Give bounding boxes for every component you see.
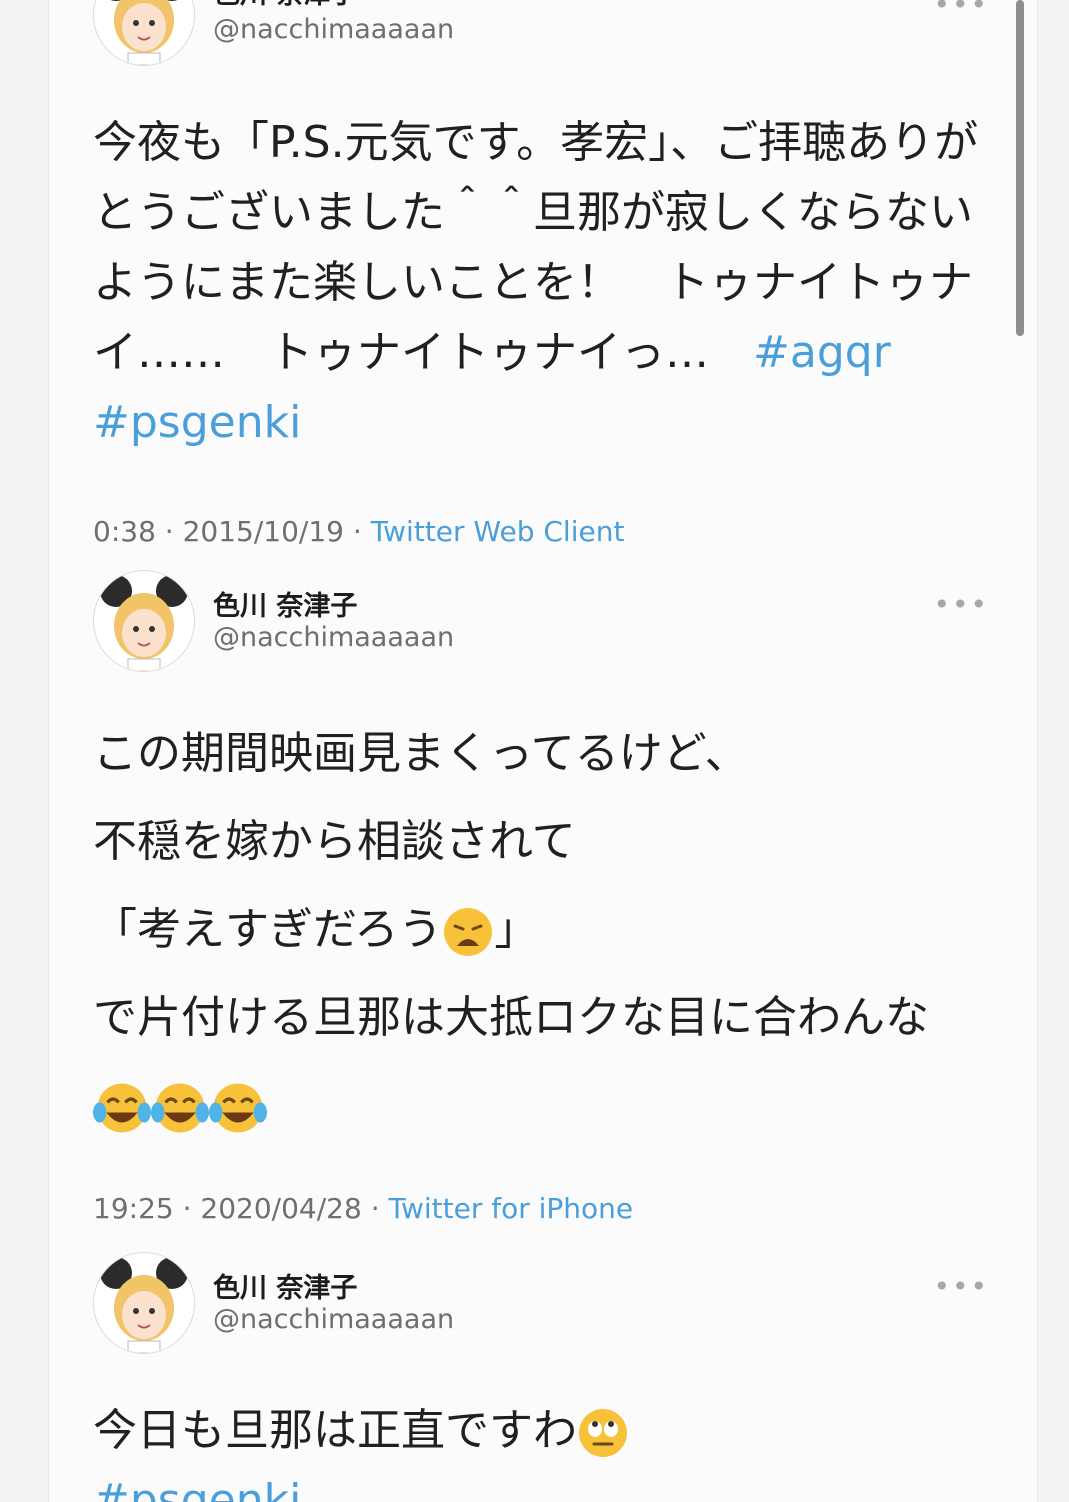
tweet-meta: 19:25 · 2020/04/28 · Twitter for iPhone [93,1192,634,1225]
tweet-line: この期間映画見まくってるけど、 [93,728,749,779]
tears-of-joy-emoji-icon [151,1083,209,1133]
more-icon[interactable]: ••• [933,588,989,621]
tweet-body: 今日も旦那は正直ですわ #psgenki [93,1396,993,1502]
avatar-icon [100,1257,188,1353]
hashtag-link[interactable]: #psgenki [93,1466,993,1502]
tweet-line: で片付ける旦那は大抵ロクな目に合わんな [93,992,929,1043]
display-name[interactable]: 色川 奈津子 [213,0,357,11]
avatar[interactable] [93,570,195,672]
tweet-header: 色川 奈津子 @nacchimaaaaan ••• [93,1252,993,1354]
tweet-time[interactable]: 19:25 [93,1192,174,1225]
tweet-client[interactable]: Twitter for iPhone [389,1192,634,1225]
display-name[interactable]: 色川 奈津子 [213,1266,357,1305]
tweet-meta: 0:38 · 2015/10/19 · Twitter Web Client [93,515,625,548]
eye-roll-emoji-icon [579,1409,627,1457]
avatar[interactable] [93,0,195,66]
user-handle[interactable]: @nacchimaaaaan [213,1304,454,1335]
avatar-icon [100,575,188,671]
tweet-line: 不穏を嫁から相談されて [93,816,576,867]
hashtag-link[interactable]: #psgenki [93,397,301,448]
display-name[interactable]: 色川 奈津子 [213,584,357,623]
user-handle[interactable]: @nacchimaaaaan [213,14,454,45]
tears-of-joy-emoji-icon [93,1083,151,1133]
weary-face-emoji-icon [444,908,493,956]
tweet-thread: 色川 奈津子 @nacchimaaaaan ••• 今夜も「P.S.元気です。孝… [48,0,1038,1502]
tweet-time[interactable]: 0:38 [93,515,156,548]
tweet-line: 今日も旦那は正直ですわ [93,1396,993,1466]
more-icon[interactable]: ••• [933,0,989,21]
avatar[interactable] [93,1252,195,1354]
tweet-line: 「考えすぎだろう」 [93,886,993,974]
tears-of-joy-emoji-icon [209,1083,267,1133]
avatar-icon [110,0,178,65]
tweet-date[interactable]: 2020/04/28 [200,1192,361,1225]
user-handle[interactable]: @nacchimaaaaan [213,622,454,653]
tweet-body: 今夜も「P.S.元気です。孝宏」、ご拝聴ありがとうございました＾＾旦那が寂しくな… [93,108,993,458]
tweet-header: 色川 奈津子 @nacchimaaaaan ••• [93,0,993,66]
more-icon[interactable]: ••• [933,1270,989,1303]
tweet-client[interactable]: Twitter Web Client [371,515,625,548]
hashtag-link[interactable]: #agqr [709,327,891,378]
scrollbar[interactable] [1016,0,1024,336]
tweet-body: この期間映画見まくってるけど、 不穏を嫁から相談されて 「考えすぎだろう」 で片… [93,710,993,1150]
tweet-date[interactable]: 2015/10/19 [183,515,344,548]
tweet-header: 色川 奈津子 @nacchimaaaaan ••• [93,570,993,672]
tweet-line [93,1062,993,1150]
